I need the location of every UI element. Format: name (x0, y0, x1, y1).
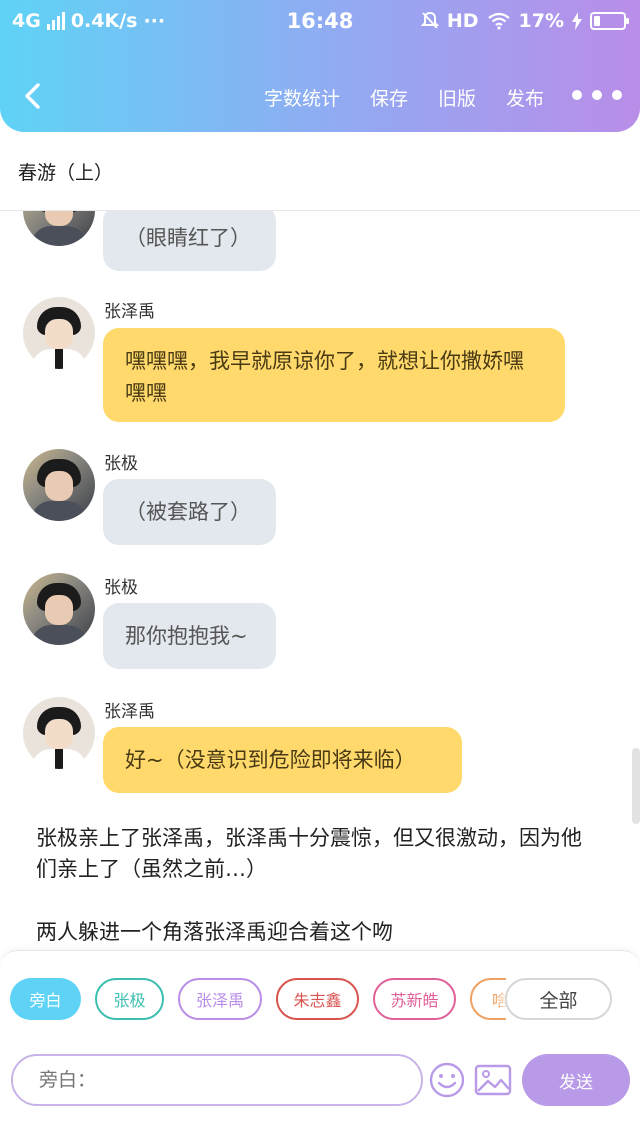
wifi-icon (487, 12, 510, 30)
publish-button[interactable]: 发布 (506, 84, 544, 111)
role-chip-suxinhao[interactable]: 苏新皓 (373, 978, 456, 1020)
document-title[interactable]: 春游（上） (18, 158, 113, 185)
speaker-name: 张极 (104, 578, 138, 598)
avatar-zhangzeyu[interactable] (23, 297, 95, 369)
save-button[interactable]: 保存 (370, 84, 408, 111)
avatar-zhangji[interactable] (23, 449, 95, 521)
avatar-zhangzeyu[interactable] (23, 697, 95, 769)
hd-indicator: HD (446, 10, 479, 32)
role-chip-partial[interactable]: 啥 (470, 978, 506, 1020)
narration-text[interactable]: 两人躲进一个角落张泽禹迎合着这个吻 (36, 917, 596, 948)
speaker-name: 张极 (104, 454, 138, 474)
speaker-name: 张泽禹 (104, 302, 155, 322)
composer-panel: 旁白 张极 张泽禹 朱志鑫 苏新皓 啥 全部 发送 (0, 950, 640, 1138)
avatar-zhangji[interactable] (23, 573, 95, 645)
message-bubble[interactable]: 好~（没意识到危险即将来临） (103, 727, 462, 793)
message-bubble[interactable]: 嘿嘿嘿，我早就原谅你了，就想让你撒娇嘿嘿嘿 (103, 328, 565, 422)
role-chip-zhuzhixin[interactable]: 朱志鑫 (276, 978, 359, 1020)
bell-off-icon (420, 11, 439, 29)
speaker-name: 张泽禹 (104, 702, 155, 722)
more-dots-icon[interactable] (572, 90, 622, 100)
send-button[interactable]: 发送 (522, 1054, 630, 1106)
role-chip-narrator[interactable]: 旁白 (10, 978, 81, 1020)
narration-input[interactable] (11, 1054, 423, 1106)
battery-percent: 17% (518, 10, 564, 32)
header-actions: 字数统计 保存 旧版 发布 (264, 84, 544, 111)
scrollbar-thumb[interactable] (632, 748, 640, 824)
emoji-icon[interactable] (428, 1061, 466, 1099)
status-right: HD 17% (420, 10, 629, 32)
all-roles-button[interactable]: 全部 (505, 978, 612, 1020)
avatar-zhangji[interactable] (23, 211, 95, 246)
message-bubble[interactable]: （被套路了） (103, 479, 276, 545)
old-version-button[interactable]: 旧版 (438, 84, 476, 111)
image-icon[interactable] (474, 1061, 512, 1099)
word-count-button[interactable]: 字数统计 (264, 84, 340, 111)
chat-area[interactable]: （眼睛红了） 张泽禹 嘿嘿嘿，我早就原谅你了，就想让你撒娇嘿嘿嘿 张极 （被套路… (0, 211, 640, 951)
role-chip-list[interactable]: 旁白 张极 张泽禹 朱志鑫 苏新皓 啥 (10, 978, 506, 1022)
narration-text[interactable]: 张极亲上了张泽禹，张泽禹十分震惊，但又很激动，因为他们亲上了（虽然之前…） (36, 823, 596, 885)
message-bubble[interactable]: （眼睛红了） (103, 211, 276, 271)
message-bubble[interactable]: 那你抱抱我~ (103, 603, 276, 669)
back-arrow-icon[interactable] (18, 80, 50, 112)
battery-icon (590, 12, 629, 30)
charging-icon (572, 12, 582, 30)
role-chip-zhangzeyu[interactable]: 张泽禹 (178, 978, 262, 1020)
header-bar: 4G 0.4K/s ··· 16:48 HD 17% 字数统计 保存 旧版 发布 (0, 0, 640, 132)
role-chip-zhangji[interactable]: 张极 (95, 978, 164, 1020)
status-bar: 4G 0.4K/s ··· 16:48 HD 17% (0, 0, 640, 44)
nav-bar: 字数统计 保存 旧版 发布 (0, 60, 640, 132)
